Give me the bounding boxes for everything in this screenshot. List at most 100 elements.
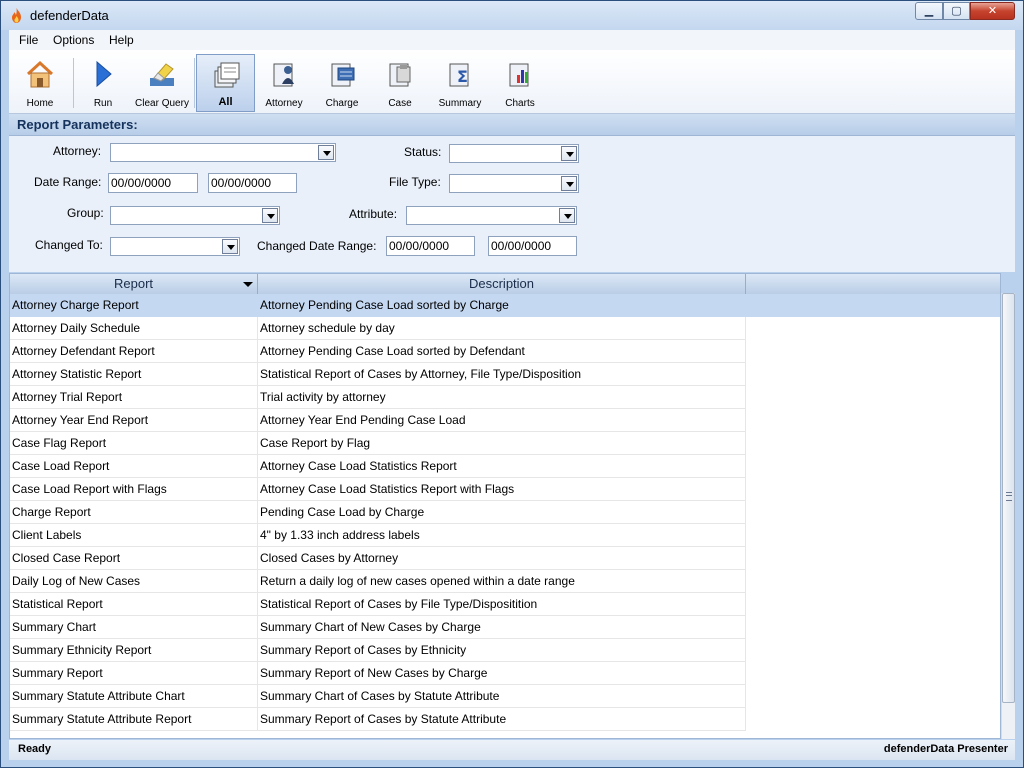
report-description-cell[interactable]: Statistical Report of Cases by Attorney,… [258,363,746,386]
report-description-cell[interactable]: Return a daily log of new cases opened w… [258,570,746,593]
run-button[interactable]: Run [75,54,131,112]
attorney-select[interactable] [110,143,336,162]
date-range-to-input[interactable]: 00/00/0000 [208,173,297,193]
report-description-cell[interactable]: Attorney Case Load Statistics Report [258,455,746,478]
report-description-cell[interactable]: Attorney Pending Case Load sorted by Def… [258,340,746,363]
all-button[interactable]: All [196,54,255,112]
case-button[interactable]: Case [371,54,429,112]
table-row[interactable]: Summary Report Summary Report of New Case… [10,662,1000,685]
report-name-cell[interactable]: Summary Chart [10,616,258,639]
column-header-description[interactable]: Description [258,274,746,294]
table-row[interactable]: Case Load Report Attorney Case Load Stati… [10,455,1000,478]
minimize-button[interactable]: ▁ [915,2,943,20]
report-description-cell[interactable]: Statistical Report of Cases by File Type… [258,593,746,616]
changed-date-from-input[interactable]: 00/00/0000 [386,236,475,256]
report-description-cell[interactable]: Attorney Pending Case Load sorted by Cha… [258,294,746,317]
status-text: Ready [18,743,52,755]
table-row[interactable]: Attorney Defendant Report Attorney Pendin… [10,340,1000,363]
report-description-cell[interactable]: Trial activity by attorney [258,386,746,409]
column-header-report[interactable]: Report [10,274,258,294]
charts-button[interactable]: Charts [491,54,549,112]
table-row[interactable]: Attorney Statistic Report Statistical Rep… [10,363,1000,386]
report-name-cell[interactable]: Charge Report [10,501,258,524]
summary-button[interactable]: Σ Summary [429,54,491,112]
file-type-select[interactable] [449,174,579,193]
status-bar: Ready defenderData Presenter [9,740,1015,760]
table-row[interactable]: Statistical Report Statistical Report of … [10,593,1000,616]
report-name-cell[interactable]: Client Labels [10,524,258,547]
table-row[interactable]: Attorney Trial Report Trial activity by a… [10,386,1000,409]
table-row[interactable]: Summary Chart Summary Chart of New Cases … [10,616,1000,639]
table-row[interactable]: Charge Report Pending Case Load by Charge [10,501,1000,524]
charge-button[interactable]: Charge [313,54,371,112]
table-row[interactable]: Case Flag Report Case Report by Flag [10,432,1000,455]
attorney-button[interactable]: Attorney [255,54,313,112]
toolbar-separator [73,58,74,108]
chevron-down-icon[interactable] [318,145,334,160]
report-name-cell[interactable]: Attorney Statistic Report [10,363,258,386]
home-button[interactable]: Home [12,54,68,112]
chevron-down-icon[interactable] [222,239,238,254]
table-row[interactable]: Case Load Report with Flags Attorney Case… [10,478,1000,501]
report-description-cell[interactable]: Attorney Year End Pending Case Load [258,409,746,432]
report-name-cell[interactable]: Attorney Charge Report [10,294,258,317]
attorney-label: Attorney: [53,144,102,158]
report-description-cell[interactable]: Case Report by Flag [258,432,746,455]
changed-date-to-input[interactable]: 00/00/0000 [488,236,577,256]
report-name-cell[interactable]: Closed Case Report [10,547,258,570]
table-row[interactable]: Attorney Charge Report Attorney Pending C… [10,294,1000,317]
close-button[interactable]: ✕ [970,2,1015,20]
report-description-cell[interactable]: Pending Case Load by Charge [258,501,746,524]
changed-to-select[interactable] [110,237,240,256]
report-description-cell[interactable]: Summary Report of New Cases by Charge [258,662,746,685]
table-row[interactable]: Closed Case Report Closed Cases by Attorn… [10,547,1000,570]
maximize-button[interactable]: ▢ [943,2,970,20]
attribute-select[interactable] [406,206,577,225]
report-name-cell[interactable]: Attorney Trial Report [10,386,258,409]
report-name-cell[interactable]: Summary Report [10,662,258,685]
report-description-cell[interactable]: Attorney schedule by day [258,317,746,340]
table-row[interactable]: Attorney Daily Schedule Attorney schedule… [10,317,1000,340]
table-row[interactable]: Summary Ethnicity Report Summary Report o… [10,639,1000,662]
report-description-cell[interactable]: 4" by 1.33 inch address labels [258,524,746,547]
report-name-cell[interactable]: Daily Log of New Cases [10,570,258,593]
attribute-label: Attribute: [349,207,398,221]
window-title: defenderData [30,8,109,23]
table-row[interactable]: Summary Statute Attribute Report Summary … [10,708,1000,731]
report-description-cell[interactable]: Summary Report of Cases by Statute Attri… [258,708,746,731]
report-name-cell[interactable]: Attorney Defendant Report [10,340,258,363]
scrollbar-thumb[interactable] [1002,293,1015,703]
report-name-cell[interactable]: Attorney Year End Report [10,409,258,432]
table-row[interactable]: Daily Log of New Cases Return a daily log… [10,570,1000,593]
sort-descending-icon[interactable] [243,282,253,287]
report-description-cell[interactable]: Attorney Case Load Statistics Report wit… [258,478,746,501]
chevron-down-icon[interactable] [559,208,575,223]
chevron-down-icon[interactable] [561,146,577,161]
report-name-cell[interactable]: Attorney Daily Schedule [10,317,258,340]
report-description-cell[interactable]: Summary Chart of Cases by Statute Attrib… [258,685,746,708]
status-select[interactable] [449,144,579,163]
chevron-down-icon[interactable] [561,176,577,191]
chevron-down-icon[interactable] [262,208,278,223]
table-row[interactable]: Client Labels 4" by 1.33 inch address lab… [10,524,1000,547]
report-name-cell[interactable]: Summary Statute Attribute Report [10,708,258,731]
report-description-cell[interactable]: Summary Chart of New Cases by Charge [258,616,746,639]
report-name-cell[interactable]: Case Flag Report [10,432,258,455]
report-name-cell[interactable]: Case Load Report with Flags [10,478,258,501]
vertical-scrollbar[interactable] [1001,293,1015,739]
report-name-cell[interactable]: Summary Ethnicity Report [10,639,258,662]
menu-help[interactable]: Help [109,33,134,47]
date-range-from-input[interactable]: 00/00/0000 [108,173,198,193]
report-description-cell[interactable]: Closed Cases by Attorney [258,547,746,570]
svg-text:Σ: Σ [457,67,468,86]
menu-file[interactable]: File [19,33,38,47]
report-name-cell[interactable]: Case Load Report [10,455,258,478]
table-row[interactable]: Attorney Year End Report Attorney Year En… [10,409,1000,432]
clear-query-button[interactable]: Clear Query [131,54,193,112]
table-row[interactable]: Summary Statute Attribute Chart Summary C… [10,685,1000,708]
group-select[interactable] [110,206,280,225]
report-description-cell[interactable]: Summary Report of Cases by Ethnicity [258,639,746,662]
menu-options[interactable]: Options [53,33,94,47]
report-name-cell[interactable]: Statistical Report [10,593,258,616]
report-name-cell[interactable]: Summary Statute Attribute Chart [10,685,258,708]
